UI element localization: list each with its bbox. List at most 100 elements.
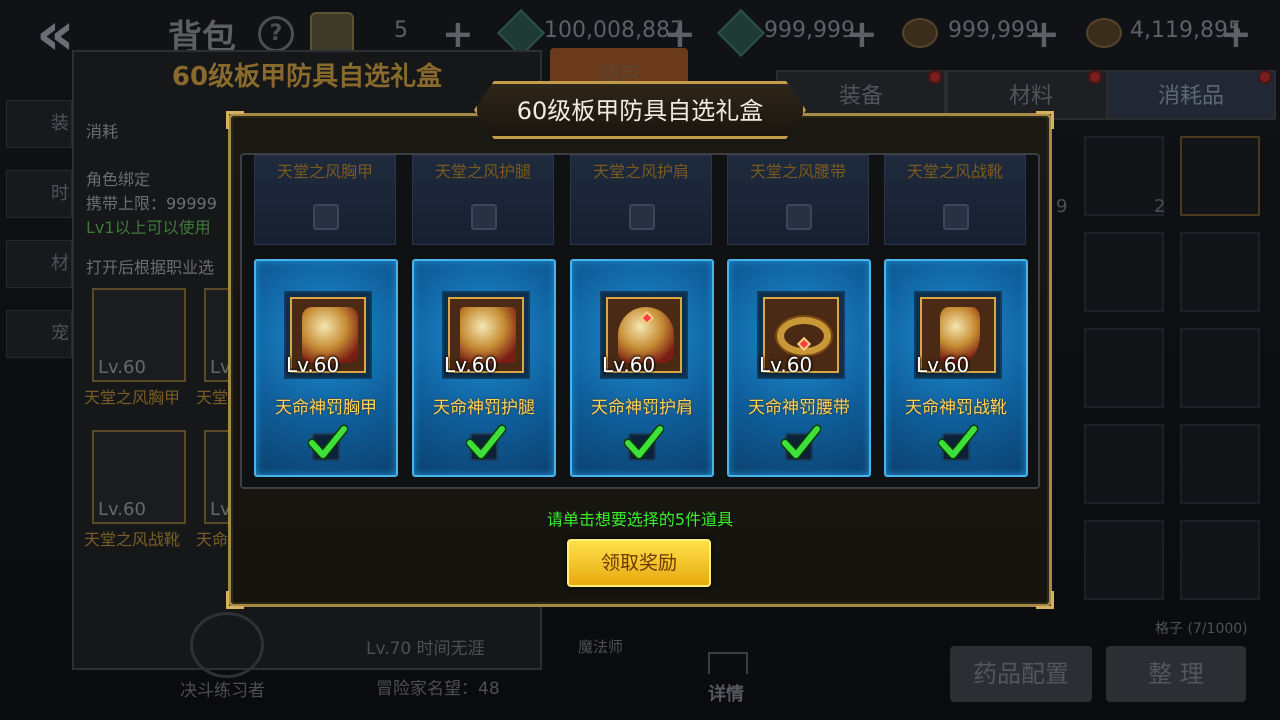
item-category: 消耗 — [86, 122, 119, 141]
option-card-selected[interactable]: Lv.60 天命神罚护肩 — [570, 259, 714, 477]
add-currency-button[interactable]: + — [1220, 12, 1252, 56]
character-class: 魔法师 — [578, 638, 624, 656]
option-card-alt[interactable]: 天堂之风腰带 — [727, 155, 869, 245]
inventory-screen: « 背包 ? 5 + 100,008,887 + 999,999 + 999,9… — [0, 0, 1280, 720]
inventory-slot[interactable] — [1084, 232, 1164, 312]
option-card-alt[interactable]: 天堂之风战靴 — [884, 155, 1026, 245]
side-tab-label: 材 — [51, 253, 69, 274]
item-name: 天命神罚护肩 — [591, 398, 693, 418]
slot-level: Lv.60 — [98, 357, 146, 378]
side-tab-label: 装 — [51, 113, 69, 134]
option-card-selected[interactable]: Lv.60 天命神罚腰带 — [727, 259, 871, 477]
item-desc: 打开后根据职业选 — [86, 258, 215, 277]
frame-corner — [1036, 591, 1054, 609]
preview-name: 天堂 — [196, 388, 229, 407]
sort-button[interactable]: 整 理 — [1106, 646, 1246, 702]
coin-icon — [902, 18, 938, 48]
item-level: Lv.60 — [286, 353, 340, 377]
currency-value: 999,999 — [948, 18, 1039, 43]
item-name: 天命神罚胸甲 — [275, 398, 377, 418]
item-level: Lv.60 — [759, 353, 813, 377]
notification-dot — [1088, 70, 1102, 84]
side-tab-material[interactable]: 材 — [6, 240, 72, 288]
option-card-selected[interactable]: Lv.60 天命神罚胸甲 — [254, 259, 398, 477]
item-choice-area[interactable]: 天堂之风胸甲 天堂之风护腿 天堂之风护肩 天堂之风腰带 天堂之风战靴 Lv.60… — [240, 153, 1040, 489]
inventory-slot[interactable] — [1084, 136, 1164, 216]
inventory-slot[interactable] — [1180, 232, 1260, 312]
notification-dot — [1258, 70, 1272, 84]
option-name: 天堂之风腰带 — [749, 162, 846, 181]
coin-icon — [1086, 18, 1122, 48]
item-carry-limit: 携带上限：99999 — [86, 194, 217, 213]
option-checkbox[interactable] — [471, 204, 497, 230]
frame-corner — [1036, 111, 1054, 129]
character-level: Lv.70 时间无涯 — [366, 639, 485, 659]
item-level: Lv.60 — [444, 353, 498, 377]
option-card-selected[interactable]: Lv.60 天命神罚护腿 — [412, 259, 556, 477]
option-checkbox[interactable] — [786, 204, 812, 230]
preview-slot: Lv.60 — [92, 288, 186, 382]
green-gem-icon — [716, 8, 766, 58]
slot-count: 2 — [1154, 196, 1166, 217]
currency-value: 999,999 — [764, 18, 855, 43]
side-tab-label: 宠 — [51, 323, 69, 344]
option-card-alt[interactable]: 天堂之风护腿 — [412, 155, 554, 245]
item-level: Lv.60 — [602, 353, 656, 377]
inventory-slot[interactable] — [1084, 328, 1164, 408]
checkmark-icon — [308, 424, 348, 460]
checkmark-icon — [938, 424, 978, 460]
option-name: 天堂之风胸甲 — [276, 162, 373, 181]
item-name: 天命神罚腰带 — [748, 398, 850, 418]
adventurer-fame: 冒险家名望：48 — [376, 679, 500, 699]
preview-name: 天堂之风胸甲 — [84, 388, 181, 407]
add-currency-button[interactable]: + — [846, 12, 878, 56]
item-bind: 角色绑定 — [86, 170, 151, 189]
side-tab-fashion[interactable]: 时 — [6, 170, 72, 218]
inventory-slot[interactable] — [1180, 136, 1260, 216]
help-icon[interactable]: ? — [258, 16, 294, 52]
claim-reward-button[interactable]: 领取奖励 — [567, 539, 711, 587]
frame-corner — [226, 111, 244, 129]
selection-hint: 请单击想要选择的5件道具 — [546, 510, 734, 529]
checkmark-icon — [466, 424, 506, 460]
notification-dot — [928, 70, 942, 84]
item-level: Lv.60 — [916, 353, 970, 377]
tab-consumables[interactable]: 消耗品 — [1106, 70, 1276, 120]
option-card-alt[interactable]: 天堂之风护肩 — [570, 155, 712, 245]
character-title: 决斗练习者 — [180, 681, 265, 701]
currency-value: 100,008,887 — [544, 18, 684, 43]
inventory-slot[interactable] — [1084, 424, 1164, 504]
chevron-up-icon[interactable] — [708, 652, 748, 674]
potion-config-button[interactable]: 药品配置 — [950, 646, 1092, 702]
option-name: 天堂之风战靴 — [906, 162, 1003, 181]
slot-count: 9 — [1056, 196, 1068, 217]
item-name: 天命神罚战靴 — [905, 398, 1007, 418]
checkmark-icon — [781, 424, 821, 460]
preview-slot: Lv.60 — [92, 430, 186, 524]
add-currency-button[interactable]: + — [1028, 12, 1060, 56]
currency-value: 5 — [394, 18, 408, 43]
preview-name: 天命 — [196, 530, 229, 549]
option-checkbox[interactable] — [313, 204, 339, 230]
side-tab-pet[interactable]: 宠 — [6, 310, 72, 358]
inventory-slot[interactable] — [1180, 520, 1260, 600]
dialog-title: 60级板甲防具自选礼盒 — [474, 81, 806, 139]
option-checkbox[interactable] — [629, 204, 655, 230]
option-name: 天堂之风护腿 — [434, 162, 531, 181]
slot-level: Lv.60 — [98, 499, 146, 520]
detail-button[interactable]: 详情 — [708, 680, 744, 706]
inventory-slot[interactable] — [1084, 520, 1164, 600]
option-card-alt[interactable]: 天堂之风胸甲 — [254, 155, 396, 245]
checkmark-icon — [624, 424, 664, 460]
option-card-selected[interactable]: Lv.60 天命神罚战靴 — [884, 259, 1028, 477]
inventory-slot[interactable] — [1180, 328, 1260, 408]
side-tab-equip[interactable]: 装 — [6, 100, 72, 148]
preview-name: 天堂之风战靴 — [84, 530, 181, 549]
inventory-slot[interactable] — [1180, 424, 1260, 504]
grid-count: 格子 (7/1000) — [1155, 621, 1248, 637]
side-tab-label: 时 — [51, 183, 69, 204]
frame-corner — [226, 591, 244, 609]
item-level-req: Lv1以上可以使用 — [86, 218, 211, 237]
option-checkbox[interactable] — [943, 204, 969, 230]
class-emblem-icon — [190, 612, 264, 678]
